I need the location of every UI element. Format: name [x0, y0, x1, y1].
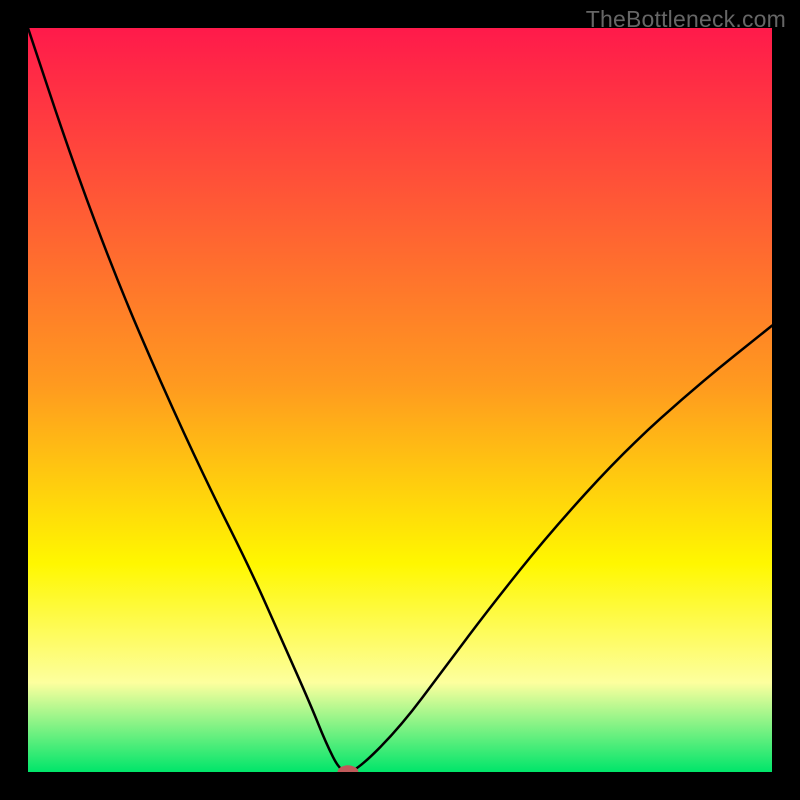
chart-svg: [28, 28, 772, 772]
chart-frame: TheBottleneck.com: [0, 0, 800, 800]
watermark-text: TheBottleneck.com: [586, 6, 786, 33]
plot-area: [28, 28, 772, 772]
gradient-background: [28, 28, 772, 772]
